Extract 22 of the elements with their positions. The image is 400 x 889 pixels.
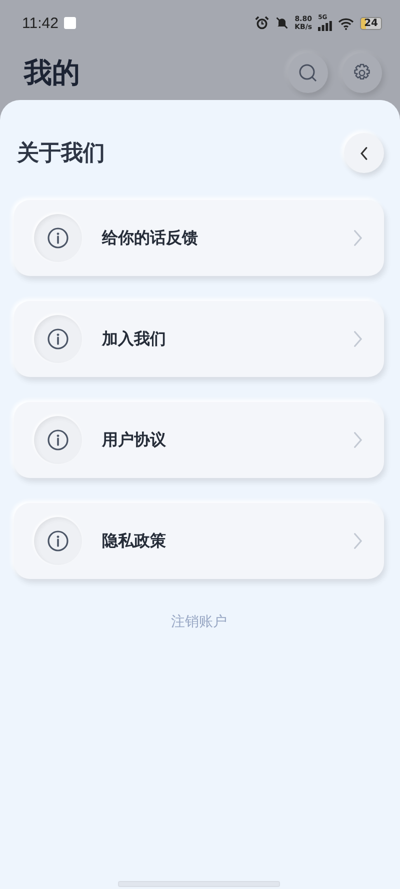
alarm-icon (254, 16, 269, 30)
chevron-right-icon (353, 230, 362, 246)
chevron-right-icon (353, 331, 362, 347)
sheet-title: 关于我们 (17, 140, 105, 168)
info-icon (34, 214, 82, 262)
menu-item[interactable]: 加入我们 (14, 301, 384, 377)
app-notification-icon (64, 17, 76, 29)
info-icon (34, 315, 82, 363)
menu-item[interactable]: 用户协议 (14, 402, 384, 478)
signal-icon (318, 21, 332, 31)
menu-item[interactable]: 给你的话反馈 (14, 200, 384, 276)
chevron-right-icon (353, 533, 362, 549)
chevron-right-icon (353, 432, 362, 448)
page-title: 我的 (24, 55, 80, 91)
info-icon (34, 416, 82, 464)
status-time: 11:42 (22, 14, 58, 32)
menu-item[interactable]: 隐私政策 (14, 503, 384, 579)
info-icon (34, 517, 82, 565)
search-icon (298, 63, 318, 83)
back-chevron-icon (360, 146, 368, 160)
muted-bell-icon (274, 16, 289, 30)
wifi-icon (338, 16, 354, 30)
